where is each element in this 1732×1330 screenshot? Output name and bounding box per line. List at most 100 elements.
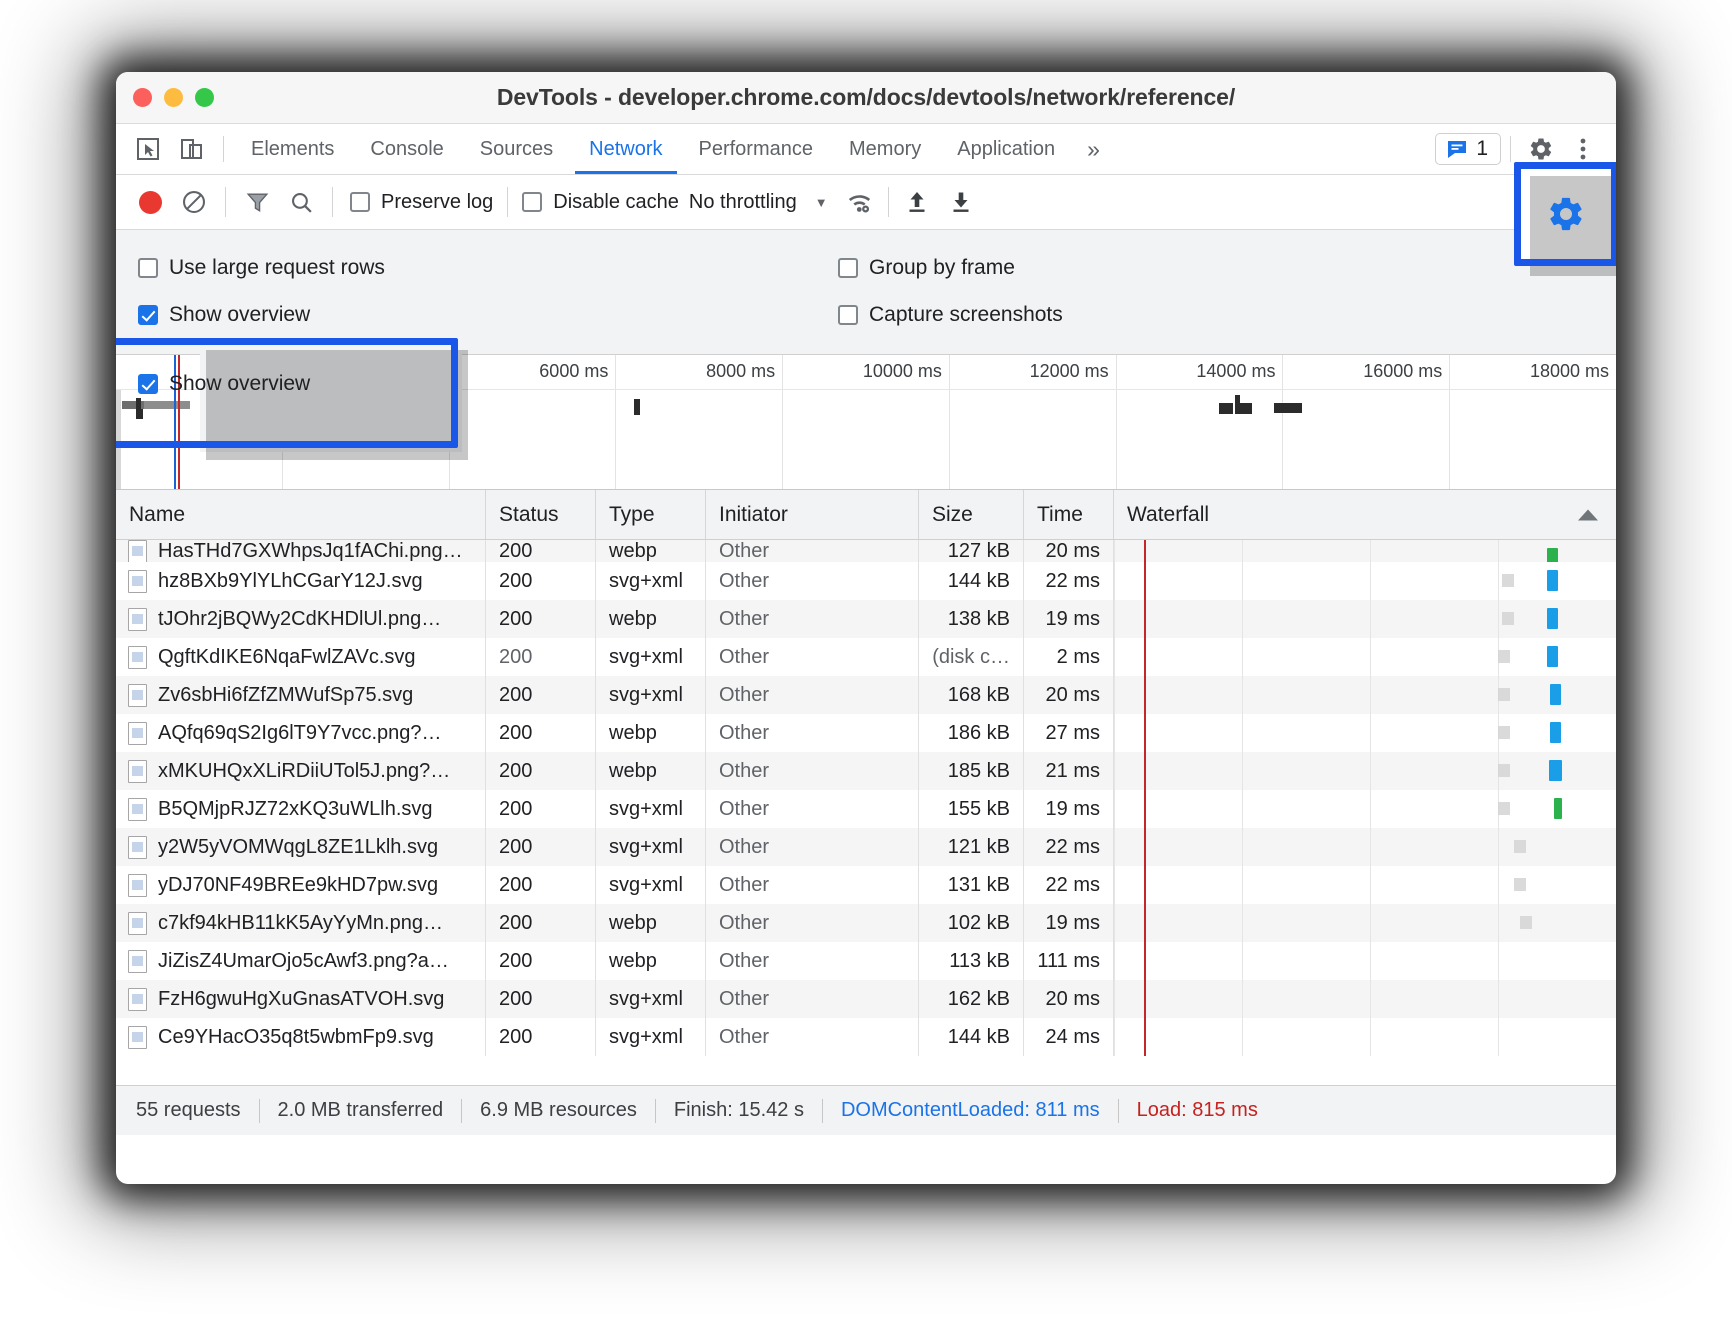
cell-status-text: 200	[499, 873, 533, 896]
table-row[interactable]: yDJ70NF49BREe9kHD7pw.svg 200 svg+xml Other 1…	[116, 866, 1616, 904]
settings-col-left-1: Use large request rows	[138, 256, 838, 280]
waterfall-load-marker	[1144, 942, 1147, 980]
overview-request-bar	[136, 409, 143, 419]
tab-network[interactable]: Network	[571, 124, 680, 174]
cell-size-text: 185 kB	[947, 759, 1010, 782]
cell-name-text: QgftKdIKE6NqaFwlZAVc.svg	[158, 645, 416, 668]
settings-gear-overlay[interactable]	[1546, 194, 1586, 239]
table-row[interactable]: Zv6sbHi6fZfZMWufSp75.svg 200 svg+xml Other 1…	[116, 676, 1616, 714]
tab-elements[interactable]: Elements	[233, 124, 352, 174]
cell-name-text: JiZisZ4UmarOjo5cAwf3.png?a…	[158, 949, 449, 972]
filter-button[interactable]	[235, 190, 279, 215]
throttling-select[interactable]: No throttling	[689, 191, 797, 214]
table-row[interactable]: JiZisZ4UmarOjo5cAwf3.png?a… 200 webp Other 1…	[116, 942, 1616, 980]
more-tabs-icon[interactable]: »	[1073, 124, 1114, 174]
waterfall-gridline	[1242, 638, 1243, 676]
file-type-icon	[128, 645, 147, 669]
inspect-element-icon[interactable]	[126, 124, 170, 174]
table-row[interactable]: QgftKdIKE6NqaFwlZAVc.svg 200 svg+xml Other (…	[116, 638, 1616, 676]
cell-name: HasTHd7GXWhpsJq1fAChi.png…	[116, 540, 486, 562]
import-har-button[interactable]	[895, 189, 939, 215]
file-type-icon	[128, 797, 147, 821]
table-row[interactable]: c7kf94kHB11kK5AyYyMn.png… 200 webp Other 102…	[116, 904, 1616, 942]
cell-time: 19 ms	[1024, 904, 1114, 942]
cell-size-text: 131 kB	[947, 873, 1010, 896]
waterfall-gridline	[1242, 676, 1243, 714]
column-header-size[interactable]: Size	[919, 490, 1024, 539]
cell-size-text: 127 kB	[947, 540, 1010, 562]
cell-status: 200	[486, 600, 596, 638]
waterfall-duration-bar	[1550, 722, 1561, 743]
window-titlebar: DevTools - developer.chrome.com/docs/dev…	[116, 72, 1616, 124]
column-header-type[interactable]: Type	[596, 490, 706, 539]
waterfall-gridline	[1114, 676, 1115, 714]
device-toolbar-icon[interactable]	[170, 124, 214, 174]
network-overview[interactable]: 2000 ms 4000 ms 6000 ms 8000 ms 10000 ms…	[116, 355, 1616, 490]
tab-performance[interactable]: Performance	[681, 124, 832, 174]
cell-size: 144 kB	[919, 1018, 1024, 1056]
cell-time-text: 22 ms	[1045, 835, 1100, 858]
overview-divider	[116, 389, 1616, 390]
column-header-waterfall[interactable]: Waterfall	[1114, 490, 1616, 539]
capture-screenshots-checkbox[interactable]: Capture screenshots	[838, 303, 1063, 327]
show-overview-checkbox-overlay[interactable]: Show overview	[138, 372, 310, 396]
waterfall-duration-bar	[1547, 548, 1558, 562]
settings-gear-icon[interactable]	[1520, 128, 1562, 170]
tab-console[interactable]: Console	[352, 124, 461, 174]
waterfall-gridline	[1242, 980, 1243, 1018]
download-arrow-icon	[953, 192, 969, 212]
tab-memory[interactable]: Memory	[831, 124, 939, 174]
tab-sources[interactable]: Sources	[462, 124, 571, 174]
show-overview-checkbox[interactable]: Show overview	[138, 303, 838, 327]
tab-application[interactable]: Application	[939, 124, 1073, 174]
waterfall-queue-bar	[1502, 574, 1514, 587]
cell-name-text: y2W5yVOMWqgL8ZE1Lklh.svg	[158, 835, 439, 858]
use-large-request-rows-checkbox[interactable]: Use large request rows	[138, 256, 838, 280]
clear-button[interactable]	[172, 189, 216, 215]
table-row[interactable]: FzH6gwuHgXuGnasATVOH.svg 200 svg+xml Other 1…	[116, 980, 1616, 1018]
cell-name: hz8BXb9YlYLhCGarY12J.svg	[116, 562, 486, 600]
cell-size-text: 168 kB	[947, 683, 1010, 706]
column-header-time[interactable]: Time	[1024, 490, 1114, 539]
table-row[interactable]: HasTHd7GXWhpsJq1fAChi.png… 200 webp Other 12…	[116, 540, 1616, 562]
table-row[interactable]: hz8BXb9YlYLhCGarY12J.svg 200 svg+xml Other 1…	[116, 562, 1616, 600]
cell-size-text: 121 kB	[947, 835, 1010, 858]
cell-status: 200	[486, 714, 596, 752]
chevron-down-icon[interactable]: ▼	[815, 195, 828, 210]
waterfall-queue-bar	[1514, 878, 1526, 891]
overview-cell: 8000 ms	[616, 355, 784, 489]
cell-time-text: 19 ms	[1045, 607, 1100, 630]
cell-size-text: 162 kB	[947, 987, 1010, 1010]
more-options-icon[interactable]	[1562, 128, 1604, 170]
cell-name-text: FzH6gwuHgXuGnasATVOH.svg	[158, 987, 445, 1010]
cell-status-text: 200	[499, 1025, 533, 1048]
waterfall-gridline	[1498, 600, 1500, 638]
cell-time-text: 20 ms	[1045, 683, 1100, 706]
column-header-name[interactable]: Name	[116, 490, 486, 539]
disable-cache-checkbox[interactable]: Disable cache	[522, 191, 679, 214]
overview-tick: 16000 ms	[1363, 361, 1443, 381]
cell-name-text: xMKUHQxXLiRDiiUTol5J.png?…	[158, 759, 451, 782]
preserve-log-checkbox[interactable]: Preserve log	[350, 191, 493, 214]
issues-button[interactable]: 1	[1435, 133, 1501, 165]
table-row[interactable]: AQfq69qS2Ig6lT9Y7vcc.png?… 200 webp Other 18…	[116, 714, 1616, 752]
column-header-initiator[interactable]: Initiator	[706, 490, 919, 539]
cell-size-text: (disk c…	[932, 645, 1010, 668]
record-button[interactable]	[128, 190, 172, 214]
waterfall-gridline	[1114, 942, 1115, 980]
table-row[interactable]: xMKUHQxXLiRDiiUTol5J.png?… 200 webp Other 18…	[116, 752, 1616, 790]
export-har-button[interactable]	[939, 189, 983, 215]
table-row[interactable]: Ce9YHacO35q8t5wbmFp9.svg 200 svg+xml Other 1…	[116, 1018, 1616, 1056]
search-button[interactable]	[279, 190, 323, 215]
column-header-status[interactable]: Status	[486, 490, 596, 539]
preserve-log-label: Preserve log	[381, 190, 494, 213]
overview-cell: 12000 ms	[950, 355, 1117, 489]
cell-initiator-text: Other	[719, 797, 770, 820]
group-by-frame-checkbox[interactable]: Group by frame	[838, 256, 1015, 280]
cell-size-text: 186 kB	[947, 721, 1010, 744]
show-overview-label-overlay: Show overview	[169, 372, 311, 395]
table-row[interactable]: tJOhr2jBQWy2CdKHDlUl.png… 200 webp Other 138…	[116, 600, 1616, 638]
table-row[interactable]: y2W5yVOMWqgL8ZE1Lklh.svg 200 svg+xml Other 1…	[116, 828, 1616, 866]
table-row[interactable]: B5QMjpRJZ72xKQ3uWLlh.svg 200 svg+xml Other 1…	[116, 790, 1616, 828]
network-conditions-button[interactable]	[838, 189, 882, 216]
